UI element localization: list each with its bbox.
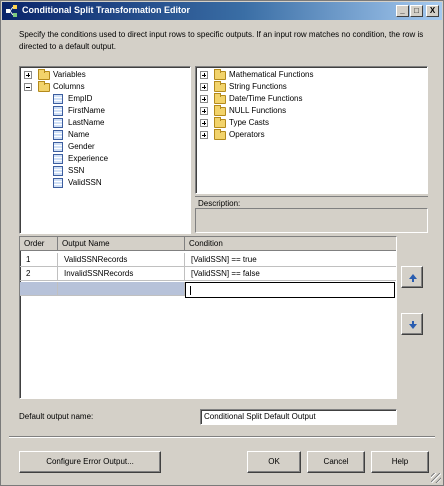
function-category[interactable]: Mathematical Functions <box>196 69 425 81</box>
help-button[interactable]: Help <box>371 451 429 473</box>
column-label: Name <box>68 130 90 139</box>
function-category[interactable]: Type Casts <box>196 117 425 129</box>
expand-icon[interactable] <box>200 71 208 79</box>
column-label: ValidSSN <box>68 178 102 187</box>
arrow-up-icon <box>409 274 417 282</box>
expand-icon[interactable] <box>200 107 208 115</box>
columns-tree[interactable]: Variables Columns EmpID FirstName LastNa… <box>19 66 191 234</box>
move-down-button[interactable] <box>401 313 423 335</box>
column-icon <box>53 118 63 128</box>
function-category[interactable]: NULL Functions <box>196 105 425 117</box>
column-item[interactable]: ValidSSN <box>20 177 188 189</box>
conditions-grid[interactable]: Order Output Name Condition 1 ValidSSNRe… <box>19 236 397 399</box>
tree-item-label: Variables <box>53 70 86 79</box>
conditional-split-dialog: Conditional Split Transformation Editor … <box>0 0 444 486</box>
column-header-condition[interactable]: Condition <box>185 237 396 251</box>
output-name-cell[interactable]: InvalidSSNRecords <box>58 267 185 281</box>
minimize-button[interactable]: _ <box>396 5 409 17</box>
category-label: Type Casts <box>229 118 270 127</box>
functions-tree[interactable]: Mathematical Functions String Functions … <box>195 66 428 194</box>
column-item[interactable]: Name <box>20 129 188 141</box>
column-item[interactable]: SSN <box>20 165 188 177</box>
expand-icon[interactable] <box>200 95 208 103</box>
column-item[interactable]: EmpID <box>20 93 188 105</box>
column-label: FirstName <box>68 106 105 115</box>
column-icon <box>53 142 63 152</box>
title-bar[interactable]: Conditional Split Transformation Editor … <box>2 2 442 20</box>
cancel-button[interactable]: Cancel <box>307 451 365 473</box>
expand-icon[interactable] <box>200 131 208 139</box>
condition-cell[interactable]: [ValidSSN] == true <box>185 253 396 267</box>
configure-error-output-button[interactable]: Configure Error Output... <box>19 451 161 473</box>
order-cell[interactable]: 1 <box>20 253 58 267</box>
description-label: Description: <box>198 199 241 208</box>
folder-icon <box>214 105 226 116</box>
column-label: EmpID <box>68 94 93 103</box>
new-row-order-cell[interactable] <box>20 282 58 296</box>
folder-icon <box>38 81 50 92</box>
move-up-button[interactable] <box>401 266 423 288</box>
column-item[interactable]: Experience <box>20 153 188 165</box>
column-label: Experience <box>68 154 109 163</box>
column-icon <box>53 154 63 164</box>
order-cell[interactable]: 2 <box>20 267 58 281</box>
column-icon <box>53 166 63 176</box>
column-icon <box>53 178 63 188</box>
category-label: Mathematical Functions <box>229 70 314 79</box>
output-name-cell[interactable]: ValidSSNRecords <box>58 253 185 267</box>
column-header-output-name[interactable]: Output Name <box>58 237 185 251</box>
resize-grip-icon[interactable] <box>431 473 441 483</box>
function-category[interactable]: String Functions <box>196 81 425 93</box>
column-label: LastName <box>68 118 105 127</box>
category-label: String Functions <box>229 82 287 91</box>
column-label: Gender <box>68 142 95 151</box>
default-output-label: Default output name: <box>19 412 94 421</box>
folder-icon <box>38 69 50 80</box>
folder-icon <box>214 117 226 128</box>
column-item[interactable]: LastName <box>20 117 188 129</box>
folder-icon <box>214 81 226 92</box>
column-item[interactable]: FirstName <box>20 105 188 117</box>
column-label: SSN <box>68 166 85 175</box>
window-title: Conditional Split Transformation Editor <box>22 5 190 15</box>
category-label: Operators <box>229 130 265 139</box>
close-button[interactable]: X <box>426 5 439 17</box>
function-category[interactable]: Date/Time Functions <box>196 93 425 105</box>
column-item[interactable]: Gender <box>20 141 188 153</box>
column-icon <box>53 94 63 104</box>
function-category[interactable]: Operators <box>196 129 425 141</box>
arrow-down-icon <box>409 321 417 329</box>
expand-icon[interactable] <box>200 119 208 127</box>
tree-item-label: Columns <box>53 82 85 91</box>
maximize-button[interactable]: □ <box>410 5 423 17</box>
column-icon <box>53 106 63 116</box>
column-icon <box>53 130 63 140</box>
new-row-output-name-cell[interactable] <box>58 282 185 296</box>
new-row-condition-editor[interactable] <box>185 282 395 298</box>
dialog-description: Specify the conditions used to direct in… <box>19 30 424 51</box>
conditional-split-icon <box>6 5 17 17</box>
default-output-input[interactable]: Conditional Split Default Output <box>200 409 397 425</box>
folder-icon <box>214 129 226 140</box>
tree-item-variables[interactable]: Variables <box>20 69 188 81</box>
expand-icon[interactable] <box>24 71 32 79</box>
folder-icon <box>214 69 226 80</box>
category-label: Date/Time Functions <box>229 94 303 103</box>
column-header-order[interactable]: Order <box>20 237 58 251</box>
text-caret <box>190 286 191 295</box>
expand-icon[interactable] <box>200 83 208 91</box>
condition-cell[interactable]: [ValidSSN] == false <box>185 267 396 281</box>
folder-icon <box>214 93 226 104</box>
category-label: NULL Functions <box>229 106 287 115</box>
ok-button[interactable]: OK <box>247 451 301 473</box>
collapse-icon[interactable] <box>24 83 32 91</box>
separator <box>9 436 435 438</box>
tree-item-columns[interactable]: Columns <box>20 81 188 93</box>
description-box <box>195 208 428 233</box>
